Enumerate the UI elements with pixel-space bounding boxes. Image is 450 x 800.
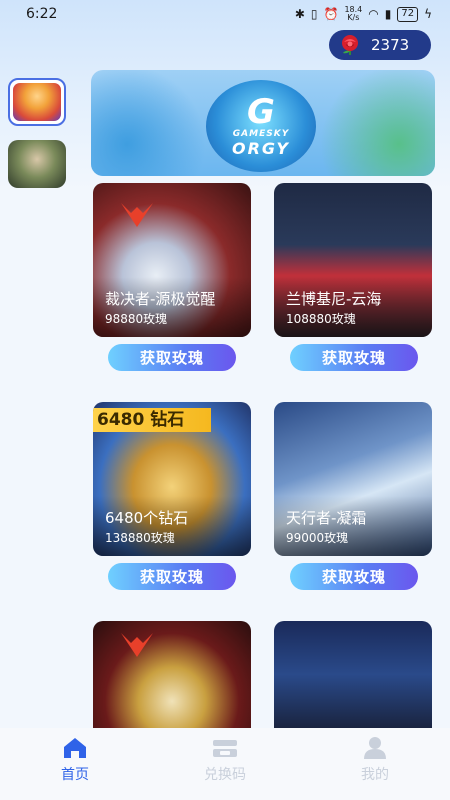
home-icon <box>64 738 86 758</box>
get-roses-button[interactable]: 获取玫瑰 <box>290 563 418 590</box>
card-price: 138880玫瑰 <box>105 531 175 545</box>
banner-logo-line1: GAMESKY <box>232 128 290 139</box>
alarm-icon: ⏰ <box>323 7 339 21</box>
battery-level: 72 <box>401 7 415 19</box>
card-price: 108880玫瑰 <box>286 312 356 326</box>
status-time: 6:22 <box>26 6 58 22</box>
rose-icon <box>342 35 358 55</box>
banner-decor-left <box>91 70 211 176</box>
wifi-icon: ◠ <box>368 7 379 21</box>
rose-count: 2373 <box>371 36 410 54</box>
game-tab-qq-speed[interactable] <box>8 78 66 126</box>
demon-emblem-icon <box>121 203 153 227</box>
promo-banner[interactable]: G GAMESKY ORGY <box>91 70 435 176</box>
card-art-car-gold <box>93 621 251 728</box>
card-title: 裁决者-源极觉醒 <box>105 290 216 308</box>
reward-card[interactable]: 兰博基尼-云海 108880玫瑰 <box>274 183 432 337</box>
banner-logo: G GAMESKY ORGY <box>206 80 316 172</box>
demon-emblem-icon <box>121 633 153 657</box>
tab-label: 首页 <box>61 767 89 783</box>
get-roses-button[interactable]: 获取玫瑰 <box>290 344 418 371</box>
reward-card[interactable]: 裁决者-源极觉醒 98880玫瑰 <box>93 183 251 337</box>
tab-label: 我的 <box>361 767 389 783</box>
reward-card[interactable] <box>274 621 432 728</box>
tab-redeem-code[interactable]: 兑换码 <box>175 736 275 800</box>
bottom-tab-bar: 首页 兑换码 我的 <box>0 728 450 800</box>
user-icon <box>364 737 386 759</box>
net-speed: 18.4 K/s <box>344 6 362 22</box>
diamond-badge: 6480 钻石 <box>93 408 211 432</box>
ticket-icon <box>213 740 237 757</box>
card-title: 天行者-凝霜 <box>286 509 367 527</box>
game-thumbnail <box>13 83 61 121</box>
game-tab-second-game[interactable] <box>8 140 66 188</box>
card-art-car-blue-dark <box>274 621 432 728</box>
tab-label: 兑换码 <box>204 767 246 783</box>
charging-icon: ϟ <box>424 7 432 21</box>
net-speed-unit: K/s <box>347 13 360 22</box>
reward-card[interactable]: 天行者-凝霜 99000玫瑰 <box>274 402 432 556</box>
status-icons: ✱ ▯ ⏰ 18.4 K/s ◠ ▮ 72 ϟ <box>295 6 432 22</box>
battery-icon: 72 <box>397 6 419 22</box>
banner-logo-line2: ORGY <box>232 138 290 158</box>
tab-profile[interactable]: 我的 <box>325 736 425 800</box>
reward-card[interactable] <box>93 621 251 728</box>
game-sidebar <box>8 78 70 202</box>
signal-icon: ▮ <box>384 7 392 21</box>
status-bar: 6:22 ✱ ▯ ⏰ 18.4 K/s ◠ ▮ 72 ϟ <box>0 0 450 28</box>
game-thumbnail <box>8 140 66 188</box>
reward-card[interactable]: 6480 钻石 6480个钻石 138880玫瑰 <box>93 402 251 556</box>
banner-logo-letter: G <box>247 91 275 132</box>
tab-home[interactable]: 首页 <box>25 736 125 800</box>
get-roses-button[interactable]: 获取玫瑰 <box>108 563 236 590</box>
banner-decor-right <box>315 70 435 176</box>
card-price: 99000玫瑰 <box>286 531 349 545</box>
vibrate-icon: ▯ <box>310 7 318 21</box>
card-price: 98880玫瑰 <box>105 312 168 326</box>
rose-balance[interactable]: 2373 <box>329 30 431 60</box>
card-title: 6480个钻石 <box>105 509 189 527</box>
bluetooth-icon: ✱ <box>294 7 305 21</box>
get-roses-button[interactable]: 获取玫瑰 <box>108 344 236 371</box>
card-title: 兰博基尼-云海 <box>286 290 382 308</box>
